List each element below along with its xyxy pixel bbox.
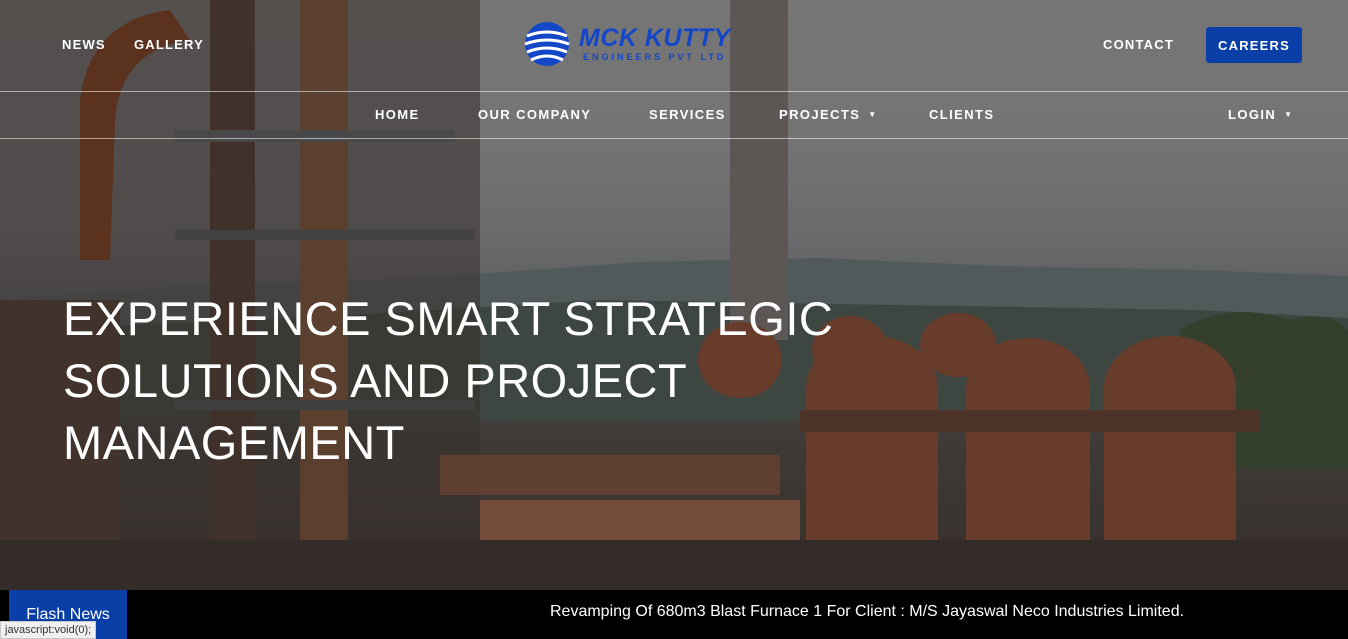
header-divider-top <box>0 91 1348 92</box>
caret-down-icon: ▼ <box>868 110 878 119</box>
nav-home[interactable]: HOME <box>375 107 420 122</box>
globe-logo-icon <box>524 22 570 66</box>
headline-line-2: SOLUTIONS AND PROJECT <box>63 354 688 407</box>
logo-subtitle: ENGINEERS PVT LTD <box>583 52 727 62</box>
nav-our-company[interactable]: OUR COMPANY <box>478 107 591 122</box>
hero-headline: EXPERIENCE SMART STRATEGIC SOLUTIONS AND… <box>63 288 834 474</box>
nav-projects[interactable]: PROJECTS ▼ <box>779 107 878 122</box>
nav-clients[interactable]: CLIENTS <box>929 107 994 122</box>
browser-status-bar: javascript:void(0); <box>0 621 97 639</box>
flash-news-bar: Flash News Revamping Of 680m3 Blast Furn… <box>0 590 1348 639</box>
careers-button[interactable]: CAREERS <box>1206 27 1302 63</box>
caret-down-icon: ▼ <box>1284 110 1294 119</box>
news-ticker-item[interactable]: Revamping Of 680m3 Blast Furnace 1 For C… <box>550 603 1184 621</box>
nav-login[interactable]: LOGIN ▼ <box>1228 107 1294 122</box>
company-logo[interactable]: MCK KUTTY ENGINEERS PVT LTD <box>523 20 768 70</box>
logo-title: MCK KUTTY <box>579 24 731 52</box>
gallery-link[interactable]: GALLERY <box>134 37 204 52</box>
headline-line-1: EXPERIENCE SMART STRATEGIC <box>63 292 834 345</box>
nav-login-label: LOGIN <box>1228 107 1277 122</box>
nav-projects-label: PROJECTS <box>779 107 861 122</box>
news-link[interactable]: NEWS <box>62 37 106 52</box>
nav-services[interactable]: SERVICES <box>649 107 726 122</box>
headline-line-3: MANAGEMENT <box>63 416 405 469</box>
header-divider-bottom <box>0 138 1348 139</box>
contact-link[interactable]: CONTACT <box>1103 37 1174 52</box>
top-bar: NEWS GALLERY MCK KUTTY ENGINEERS PVT LTD… <box>0 0 1348 91</box>
